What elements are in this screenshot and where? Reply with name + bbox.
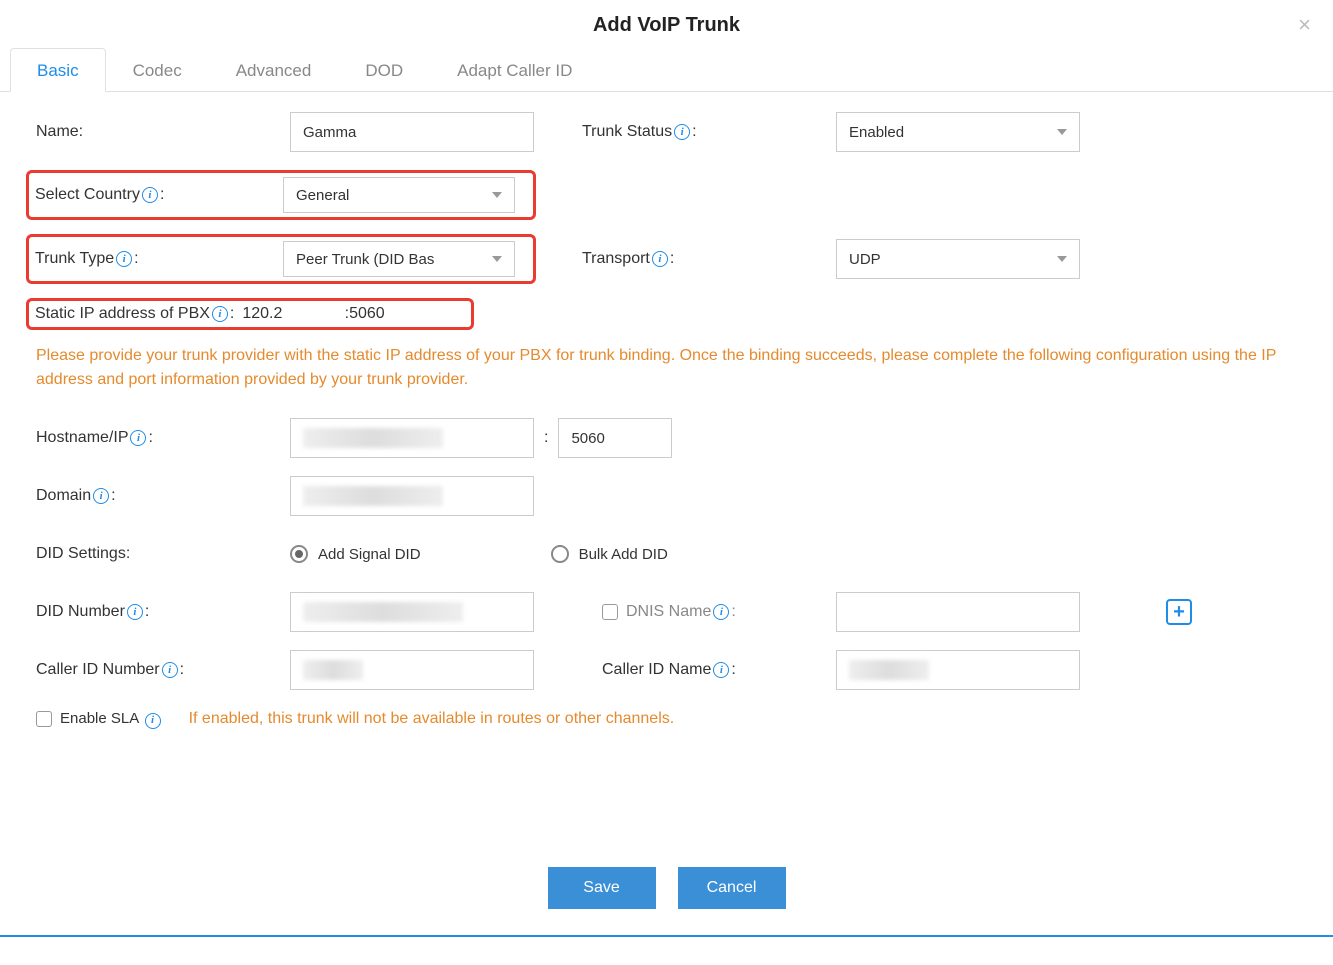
did-settings-label: DID Settings: [36,545,290,563]
caller-id-number-label: Caller ID Number i: [36,661,290,679]
select-country-label: Select Country i: [35,186,283,204]
close-icon[interactable]: × [1298,14,1311,36]
select-country-highlight: Select Country i: General [26,170,536,220]
redacted-value [303,486,443,506]
domain-input[interactable] [290,476,534,516]
add-signal-did-radio[interactable]: Add Signal DID [290,545,421,563]
info-icon[interactable]: i [652,251,668,267]
info-icon[interactable]: i [212,306,228,322]
dialog-footer: Save Cancel [0,867,1333,937]
ip-binding-notice: Please provide your trunk provider with … [36,344,1297,392]
radio-unchecked-icon [551,545,569,563]
port-input[interactable] [558,418,672,458]
radio-checked-icon [290,545,308,563]
tab-adapt-caller-id[interactable]: Adapt Caller ID [430,48,599,92]
info-icon[interactable]: i [130,430,146,446]
dialog-title: Add VoIP Trunk [0,0,1333,47]
dnis-name-input[interactable] [836,592,1080,632]
tab-advanced[interactable]: Advanced [209,48,339,92]
hostname-input[interactable] [290,418,534,458]
name-label: Name: [36,123,290,141]
caller-id-name-input[interactable] [836,650,1080,690]
transport-label: Transport i: [582,250,836,268]
dnis-name-label: DNIS Name i: [602,603,836,621]
hostname-label: Hostname/IP i: [36,429,290,447]
save-button[interactable]: Save [548,867,656,909]
did-settings-radio-group: Add Signal DID Bulk Add DID [290,545,728,563]
did-number-input[interactable] [290,592,534,632]
info-icon[interactable]: i [674,124,690,140]
trunk-type-select[interactable]: Peer Trunk (DID Bas [283,241,515,277]
add-did-button[interactable]: + [1166,599,1192,625]
info-icon[interactable]: i [142,187,158,203]
info-icon[interactable]: i [127,604,143,620]
info-icon[interactable]: i [713,662,729,678]
transport-select[interactable]: UDP [836,239,1080,279]
tab-basic[interactable]: Basic [10,48,106,92]
enable-sla-checkbox[interactable] [36,711,52,727]
add-voip-trunk-dialog: Add VoIP Trunk × Basic Codec Advanced DO… [0,0,1333,965]
tab-dod[interactable]: DOD [338,48,430,92]
redacted-value [303,660,363,680]
tab-bar: Basic Codec Advanced DOD Adapt Caller ID [0,47,1333,92]
chevron-down-icon [492,192,502,198]
info-icon[interactable]: i [162,662,178,678]
bulk-add-did-radio[interactable]: Bulk Add DID [551,545,668,563]
caller-id-number-input[interactable] [290,650,534,690]
trunk-status-select[interactable]: Enabled [836,112,1080,152]
caller-id-name-label: Caller ID Name i: [602,661,836,679]
select-country-select[interactable]: General [283,177,515,213]
chevron-down-icon [1057,256,1067,262]
port-separator: : [544,429,548,447]
did-number-label: DID Number i: [36,603,290,621]
static-ip-label: Static IP address of PBX i: [35,305,234,323]
sla-hint: If enabled, this trunk will not be avail… [189,710,675,728]
trunk-type-label: Trunk Type i: [35,250,283,268]
redacted-value [303,602,463,622]
static-ip-highlight: Static IP address of PBX i: 120.2 :5060 [26,298,474,330]
chevron-down-icon [492,256,502,262]
name-input[interactable] [290,112,534,152]
enable-sla-label: Enable SLA i [60,710,163,729]
domain-label: Domain i: [36,487,290,505]
tab-codec[interactable]: Codec [106,48,209,92]
static-ip-value: 120.2 :5060 [242,305,384,323]
trunk-status-label: Trunk Status i: [582,123,836,141]
chevron-down-icon [1057,129,1067,135]
redacted-value [849,660,929,680]
cancel-button[interactable]: Cancel [678,867,786,909]
dnis-name-checkbox[interactable] [602,604,618,620]
info-icon[interactable]: i [145,713,161,729]
info-icon[interactable]: i [116,251,132,267]
info-icon[interactable]: i [93,488,109,504]
redacted-value [303,428,443,448]
info-icon[interactable]: i [713,604,729,620]
form-area: Name: Trunk Status i: Enabled Select Cou… [0,92,1333,729]
